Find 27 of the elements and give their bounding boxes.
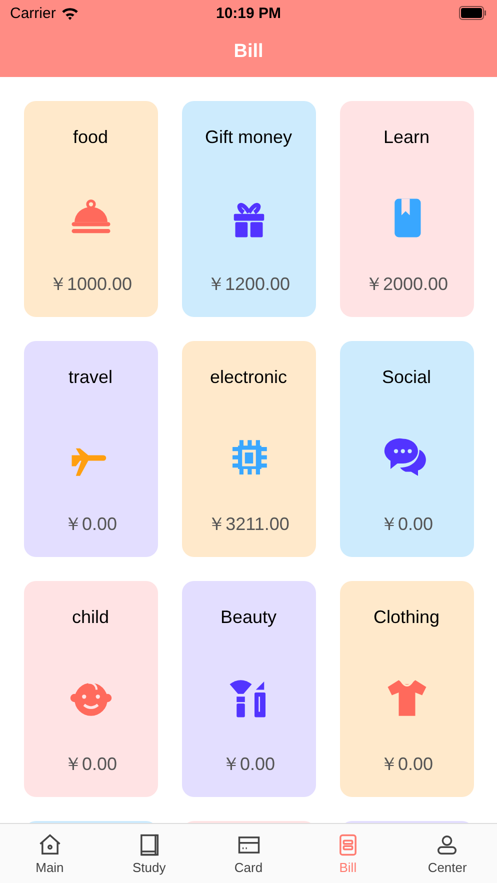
category-title: Clothing [373,607,440,629]
amount-text: ￥1200.00 [206,273,290,296]
amount-text: ￥2000.00 [364,273,448,296]
carrier-label: Carrier [10,4,56,22]
amount-text: ￥0.00 [380,513,434,536]
wifi-icon [60,6,79,20]
amount-text: ￥1000.00 [48,273,132,296]
category-title: Beauty [220,607,277,629]
nav-title: Bill [234,40,264,62]
category-title: child [72,607,110,629]
amount-text: ￥3211.00 [208,513,290,536]
status-time: 10:19 PM [216,4,282,22]
category-title: food [72,127,108,149]
amount-text: ￥0.00 [64,753,118,776]
tab-item[interactable]: Study [99,824,199,883]
category-title: Learn [383,127,430,149]
category-title: travel [68,367,112,389]
category-title: electronic [210,367,288,389]
tab-item[interactable]: Card [198,824,298,883]
battery-icon [459,6,488,20]
amount-text: ￥0.00 [380,753,434,776]
category-title: Social [382,367,432,389]
category-title: Gift money [204,127,292,149]
amount-text: ￥0.00 [222,753,276,776]
amount-text: ￥0.00 [64,513,118,536]
tab-item[interactable]: Center [398,824,497,883]
tab-item[interactable]: Main [0,824,100,883]
